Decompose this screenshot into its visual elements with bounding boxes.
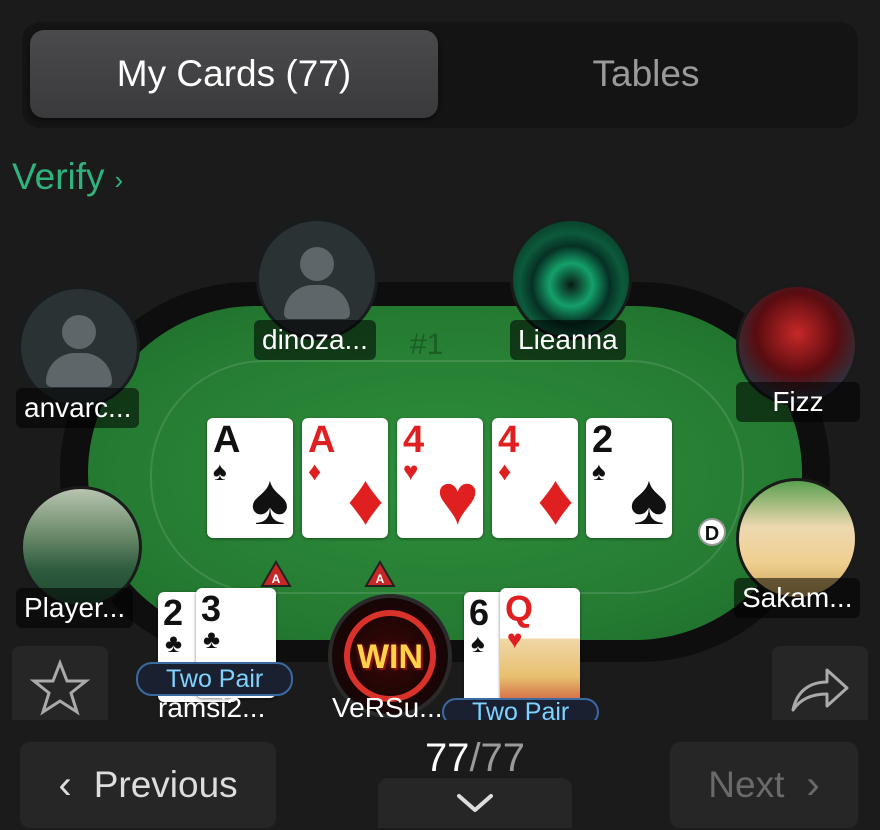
tab-tables[interactable]: Tables <box>442 30 850 118</box>
expand-button[interactable] <box>378 778 572 828</box>
spade-icon: ♠ <box>471 628 485 658</box>
player-name-lieanna: Lieanna <box>510 320 626 360</box>
club-icon: ♣ <box>203 624 221 654</box>
all-in-icon: A <box>260 560 292 587</box>
board-card-4: 4 ♦ ♦ <box>492 418 578 538</box>
card-rank: Q <box>505 588 534 629</box>
card-rank: 2 <box>592 419 614 461</box>
card-rank: A <box>213 419 241 461</box>
card-rank: 6 <box>469 592 490 633</box>
win-label: WIN <box>356 638 424 676</box>
player-name-fizz: Fizz <box>736 382 860 422</box>
person-icon-body <box>284 285 350 319</box>
spade-icon: ♠ <box>629 460 668 540</box>
board-card-1: A ♠ ♠ <box>207 418 293 538</box>
share-icon <box>791 668 849 712</box>
chevron-right-icon: › <box>806 762 820 807</box>
previous-label: Previous <box>93 764 238 805</box>
chevron-down-icon <box>457 794 493 812</box>
star-icon <box>30 659 90 716</box>
player-name-dinoza: dinoza... <box>254 320 376 360</box>
player-name-versu: VeRSu... <box>332 696 443 720</box>
board-card-2: A ♦ ♦ <box>302 418 388 538</box>
previous-button[interactable]: ‹ Previous <box>20 742 276 828</box>
person-icon <box>62 315 96 349</box>
counter-current: 77 <box>424 736 470 780</box>
card-rank: 2 <box>163 592 184 633</box>
card-rank: A <box>308 419 336 461</box>
card-rank: 4 <box>498 419 520 461</box>
spade-icon: ♠ <box>250 460 289 540</box>
diamond-icon: ♦ <box>308 456 322 486</box>
verify-link[interactable]: Verify › <box>12 156 123 198</box>
all-in-icon: A <box>364 560 396 587</box>
board-card-5: 2 ♠ ♠ <box>586 418 672 538</box>
diamond-icon: ♦ <box>347 460 384 540</box>
club-icon: ♣ <box>165 628 183 658</box>
all-in-label: A <box>272 572 281 586</box>
player-name-player: Player... <box>16 588 134 628</box>
card-rank: 3 <box>201 588 222 629</box>
chevron-left-icon: ‹ <box>58 762 72 807</box>
heart-icon: ♥ <box>403 456 419 486</box>
tab-my-cards[interactable]: My Cards (77) <box>30 30 438 118</box>
next-label: Next <box>708 764 785 805</box>
person-icon <box>300 247 334 281</box>
hand-label-ramsi: Two Pair <box>136 662 294 696</box>
card-rank: 4 <box>403 419 425 461</box>
person-icon-body <box>46 353 112 387</box>
player-name-ramsi: ramsi2... <box>158 696 266 720</box>
player-name-sakam: Sakam... <box>734 578 861 618</box>
counter-total: /77 <box>469 736 526 780</box>
page-counter: 77/77 <box>380 736 570 781</box>
hole-card-versu-2: Q ♥ <box>500 588 580 714</box>
all-in-label: A <box>376 572 385 586</box>
next-button[interactable]: Next › <box>670 742 858 828</box>
diamond-icon: ♦ <box>537 460 574 540</box>
tab-bar: My Cards (77) Tables <box>22 22 858 128</box>
diamond-icon: ♦ <box>498 456 512 486</box>
chevron-right-icon: › <box>114 165 124 195</box>
table-number: #1 <box>410 328 444 361</box>
verify-label: Verify <box>12 156 105 197</box>
spade-icon: ♠ <box>592 456 606 486</box>
heart-icon: ♥ <box>436 460 479 540</box>
spade-icon: ♠ <box>213 456 227 486</box>
player-name-anvarc: anvarc... <box>16 388 140 428</box>
dealer-button: D <box>698 518 726 546</box>
heart-icon: ♥ <box>507 624 523 654</box>
board-card-3: 4 ♥ ♥ <box>397 418 483 538</box>
